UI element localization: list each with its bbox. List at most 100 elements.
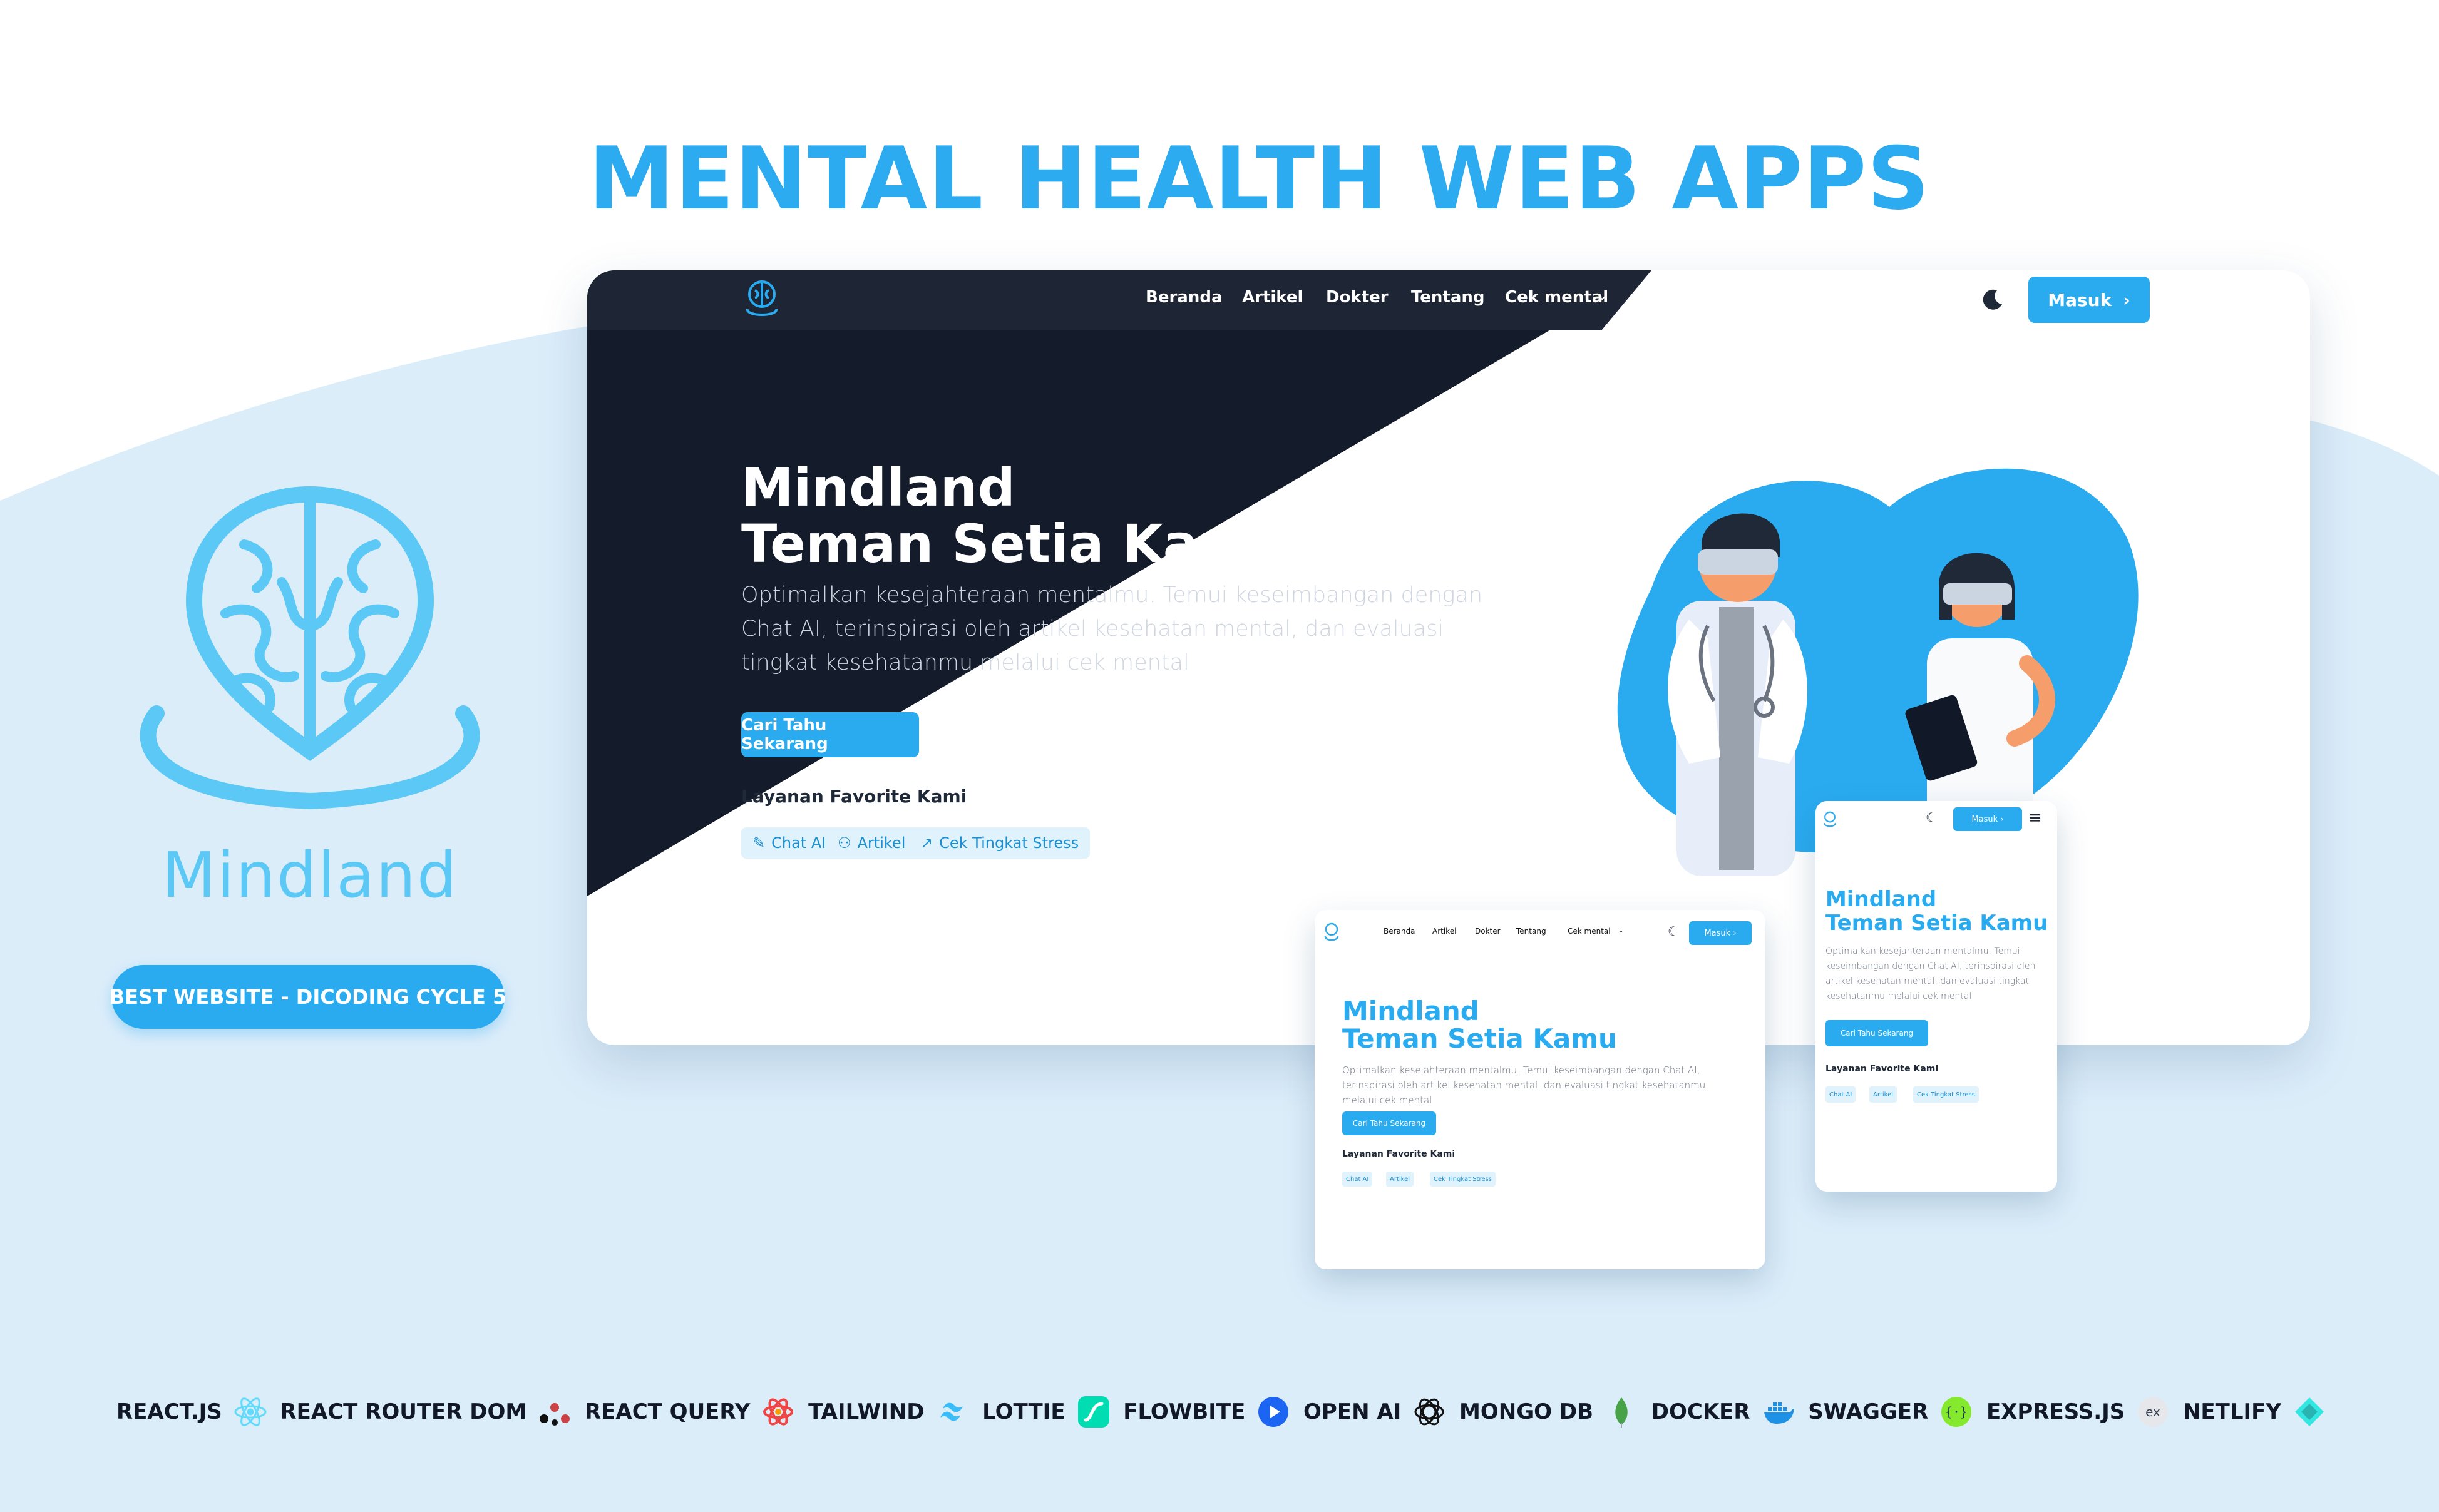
nav-link-cek-mental[interactable]: Cek mental (1505, 288, 1608, 307)
chip-label: Cek Tingkat Stress (1434, 1175, 1492, 1183)
phone-screenshot: ☾ Masuk › ≡ Mindland Teman Setia Kamu Op… (1815, 801, 2057, 1192)
hero-cta-button[interactable]: Cari Tahu Sekarang (1825, 1020, 1928, 1046)
flowbite-icon (1258, 1397, 1289, 1427)
tech-label: LOTTIE (982, 1399, 1065, 1424)
chip-label: Cek Tingkat Stress (1917, 1091, 1975, 1098)
tech-label: REACT.JS (116, 1399, 222, 1424)
tech-item: TAILWIND (808, 1395, 969, 1429)
tech-label: TAILWIND (808, 1399, 925, 1424)
hero-description: Optimalkan kesejahteraan mentalmu. Temui… (1342, 1065, 1706, 1106)
trend-icon: ↗ (920, 834, 933, 852)
tech-item: REACT ROUTER DOM (280, 1395, 572, 1429)
tech-item: LOTTIE (982, 1395, 1110, 1429)
hero-title-line2: Teman Setia Kamu (1825, 911, 2048, 936)
brand-name: Mindland (162, 839, 458, 912)
tailwind-icon (940, 1402, 963, 1421)
login-button[interactable]: Masuk › (1689, 921, 1752, 945)
tech-label: DOCKER (1651, 1399, 1750, 1424)
nav-link-artikel[interactable]: Artikel (1242, 288, 1303, 307)
moon-icon[interactable]: ☾ (1926, 810, 1937, 825)
tech-item: DOCKER (1651, 1395, 1795, 1429)
netlify-icon (2295, 1397, 2324, 1426)
tablet-screenshot: Beranda Artikel Dokter Tentang Cek menta… (1315, 910, 1765, 1269)
chip-label: Chat AI (1829, 1091, 1852, 1098)
tech-label: OPEN AI (1303, 1399, 1402, 1424)
nav-link-tentang[interactable]: Tentang (1516, 927, 1546, 936)
hero-title: Mindland Teman Setia Kamu (1825, 887, 2048, 935)
users-icon: ⚇ (838, 834, 851, 852)
login-button[interactable]: Masuk › (2028, 277, 2150, 323)
nav-link-tentang[interactable]: Tentang (1411, 288, 1485, 307)
nav-link-beranda[interactable]: Beranda (1384, 927, 1415, 936)
tech-label: FLOWBITE (1123, 1399, 1246, 1424)
chip-label: Chat AI (771, 834, 826, 852)
chip-cek-stress[interactable]: ↗ Cek Tingkat Stress (909, 827, 1091, 859)
chat-icon: ✎ (752, 834, 766, 852)
page-headline: MENTAL HEALTH WEB APPS (588, 128, 1930, 229)
hero-title-line1: Mindland (741, 457, 1015, 518)
svg-text:ex: ex (2145, 1404, 2160, 1419)
hero-title: Mindland Teman Setia Kamu (741, 459, 1291, 572)
tech-label: REACT ROUTER DOM (280, 1399, 527, 1424)
mindland-logo-icon[interactable] (1822, 810, 1838, 829)
tech-label: MONGO DB (1459, 1399, 1594, 1424)
hero-title-line2: Teman Setia Kamu (741, 513, 1291, 575)
tech-label: NETLIFY (2182, 1399, 2281, 1424)
hero-cta-button[interactable]: Cari Tahu Sekarang (1342, 1111, 1436, 1135)
award-badge: BEST WEBSITE - DICODING CYCLE 5 (110, 965, 506, 1029)
tech-item: MONGO DB (1459, 1395, 1638, 1429)
tech-item: OPEN AI (1303, 1395, 1446, 1429)
chip-artikel[interactable]: Artikel (1386, 1172, 1414, 1187)
chip-artikel[interactable]: Artikel (1869, 1086, 1897, 1103)
nav-link-cek-mental[interactable]: Cek mental (1568, 927, 1611, 936)
tech-label: EXPRESS.JS (1986, 1399, 2125, 1424)
nav-link-artikel[interactable]: Artikel (1432, 927, 1456, 936)
nav-link-dokter[interactable]: Dokter (1475, 927, 1501, 936)
chip-chat-ai[interactable]: ✎ Chat AI (741, 827, 838, 859)
chip-chat-ai[interactable]: Chat AI (1825, 1086, 1856, 1103)
chip-label: Cek Tingkat Stress (939, 834, 1079, 852)
chip-label: Chat AI (1346, 1175, 1369, 1183)
chip-artikel[interactable]: ⚇ Artikel (826, 827, 917, 859)
favorites-title: Layanan Favorite Kami (741, 786, 967, 807)
chip-cek-stress[interactable]: Cek Tingkat Stress (1430, 1172, 1496, 1187)
hero-description: Optimalkan kesejahteraan mentalmu. Temui… (1825, 946, 2036, 1001)
chevron-down-icon[interactable]: ⌄ (1596, 288, 1608, 304)
login-button[interactable]: Masuk › (1953, 807, 2022, 831)
chip-label: Artikel (857, 834, 906, 852)
react-icon (234, 1397, 267, 1426)
react-query-icon (763, 1398, 794, 1426)
lottie-icon (1077, 1396, 1109, 1428)
favorites-title: Layanan Favorite Kami (1825, 1064, 1939, 1074)
favorites-title: Layanan Favorite Kami (1342, 1149, 1456, 1159)
moon-icon[interactable] (1981, 287, 2006, 312)
mindland-brain-logo (140, 486, 480, 810)
hamburger-menu-icon[interactable]: ≡ (2028, 809, 2042, 827)
chip-label: Artikel (1390, 1175, 1410, 1183)
tech-item: REACT.JS (116, 1395, 267, 1429)
tech-stack-row: REACT.JS REACT ROUTER DOM REACT QUERY TA… (116, 1392, 2326, 1432)
moon-icon[interactable]: ☾ (1668, 924, 1679, 939)
docker-icon (1764, 1402, 1794, 1424)
tech-item: SWAGGER {·} (1808, 1395, 1973, 1429)
hero-title-line2: Teman Setia Kamu (1342, 1023, 1617, 1054)
chip-chat-ai[interactable]: Chat AI (1342, 1172, 1373, 1187)
desktop-navbar: Beranda Artikel Dokter Tentang Cek menta… (587, 270, 2310, 330)
hero-cta-button[interactable]: Cari Tahu Sekarang (741, 712, 919, 757)
tech-item: REACT QUERY (585, 1395, 795, 1429)
chevron-down-icon[interactable]: ⌄ (1618, 926, 1624, 934)
openai-icon (1414, 1398, 1444, 1426)
chevron-right-icon: › (2123, 289, 2130, 310)
hero-title-line1: Mindland (1825, 887, 1937, 912)
nav-link-dokter[interactable]: Dokter (1326, 288, 1389, 307)
mongodb-icon (1615, 1397, 1628, 1428)
tech-item: FLOWBITE (1123, 1395, 1290, 1429)
mindland-logo-icon[interactable] (741, 277, 783, 320)
nav-link-beranda[interactable]: Beranda (1146, 288, 1222, 307)
tech-item: EXPRESS.JS ex (1986, 1395, 2170, 1429)
login-label: Masuk (2048, 289, 2112, 310)
login-label: Masuk (1971, 814, 1998, 824)
chip-cek-stress[interactable]: Cek Tingkat Stress (1913, 1086, 1979, 1103)
mindland-logo-icon[interactable] (1322, 921, 1341, 942)
hero-title-line1: Mindland (1342, 996, 1479, 1026)
